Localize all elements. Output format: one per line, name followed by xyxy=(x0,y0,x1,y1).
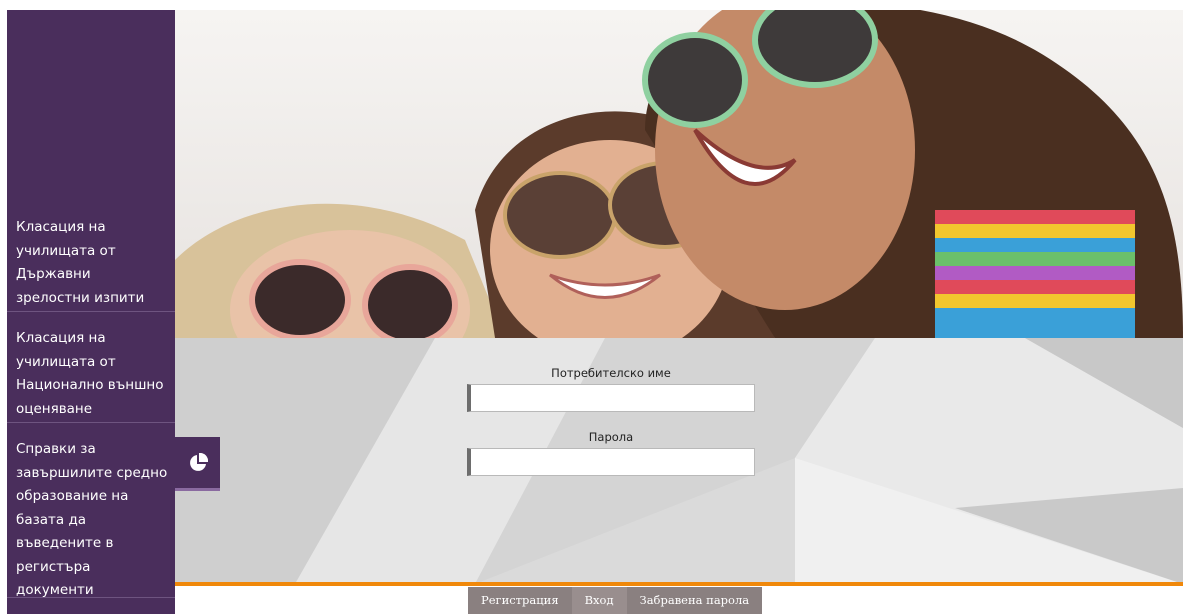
hero-illustration xyxy=(175,10,1183,338)
password-label: Парола xyxy=(588,430,634,444)
tab-forgot-password[interactable]: Забравена парола xyxy=(626,587,763,614)
hero-image xyxy=(175,10,1183,338)
sidebar-divider xyxy=(7,597,175,598)
sidebar-item-graduates-reports[interactable]: Справки за завършилите средно образовани… xyxy=(7,438,175,603)
sidebar-divider xyxy=(7,311,175,312)
sidebar-item-nvo-ranking[interactable]: Класация на училищата от Национално външ… xyxy=(7,327,175,421)
username-label: Потребителско име xyxy=(551,366,671,380)
tab-login[interactable]: Вход xyxy=(571,587,627,614)
login-panel: Потребителско име Парола xyxy=(175,338,1183,584)
sidebar: Класация на училищата от Държавни зрелос… xyxy=(7,10,175,614)
password-field[interactable] xyxy=(467,448,755,476)
auth-tabs: Регистрация Вход Забравена парола xyxy=(468,587,763,614)
sidebar-item-matura-ranking[interactable]: Класация на училищата от Държавни зрелос… xyxy=(7,216,175,310)
username-field[interactable] xyxy=(467,384,755,412)
statistics-button[interactable] xyxy=(175,437,220,491)
sidebar-item-label: Справки за завършилите средно образовани… xyxy=(16,441,168,598)
tab-register[interactable]: Регистрация xyxy=(468,587,572,614)
sidebar-divider xyxy=(7,422,175,423)
pie-chart-icon xyxy=(189,452,208,471)
sidebar-item-label: Класация на училищата от Национално външ… xyxy=(16,330,164,417)
sidebar-item-label: Класация на училищата от Държавни зрелос… xyxy=(16,219,145,306)
